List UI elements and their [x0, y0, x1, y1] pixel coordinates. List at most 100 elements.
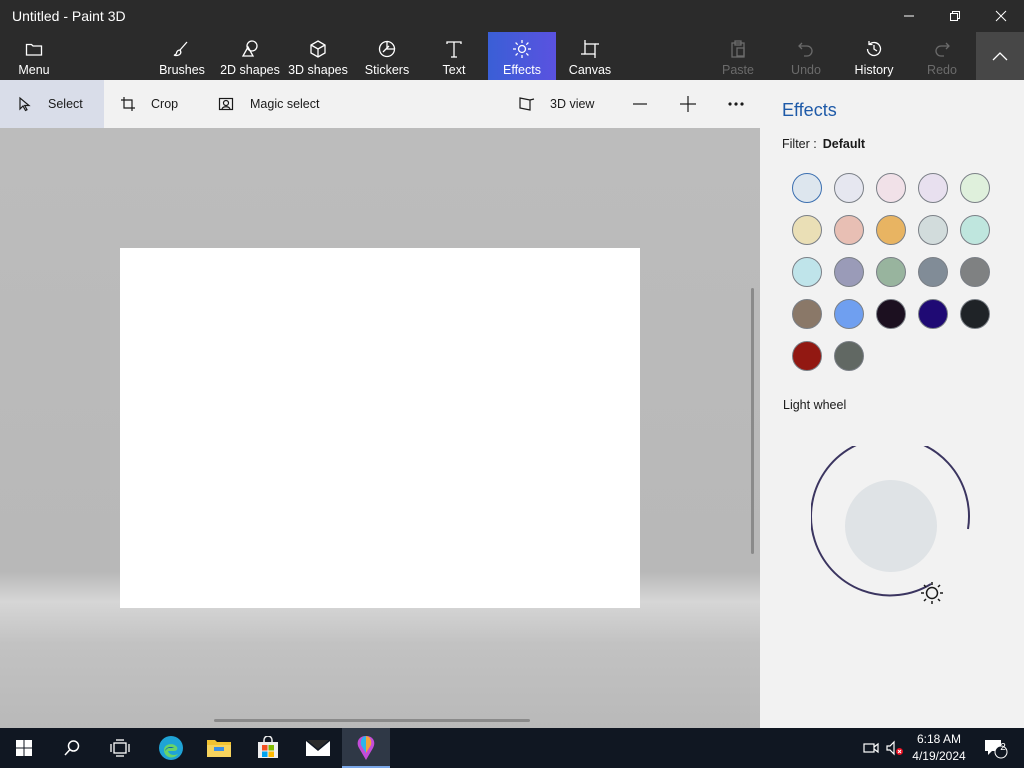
redo-icon — [935, 42, 950, 57]
taskbar-mail[interactable] — [294, 728, 342, 768]
filter-swatch[interactable] — [960, 215, 990, 245]
filter-swatch[interactable] — [792, 215, 822, 245]
redo-label: Redo — [927, 63, 957, 77]
magic-select-tool[interactable]: Magic select — [218, 80, 319, 128]
workspace[interactable] — [0, 128, 760, 728]
tool-label: 2D shapes — [220, 63, 280, 77]
taskbar-search-button[interactable] — [48, 728, 96, 768]
filter-swatch[interactable] — [960, 173, 990, 203]
crop-tool[interactable]: Crop — [120, 80, 178, 128]
volume-button[interactable] — [882, 728, 908, 768]
3d-shapes-icon — [310, 40, 326, 58]
filter-swatch[interactable] — [834, 341, 864, 371]
brush-icon — [173, 41, 188, 57]
paint3d-icon — [357, 736, 375, 760]
3d-view-icon — [519, 97, 535, 111]
filter-swatch[interactable] — [792, 299, 822, 329]
meet-now-button[interactable] — [858, 728, 884, 768]
close-icon — [995, 10, 1007, 22]
history-button[interactable]: History — [848, 32, 900, 80]
close-button[interactable] — [978, 0, 1024, 32]
filter-swatch[interactable] — [876, 257, 906, 287]
filter-value: Default — [822, 137, 866, 151]
paste-label: Paste — [722, 63, 754, 77]
light-wheel-label: Light wheel — [783, 398, 847, 412]
minus-icon — [633, 103, 647, 105]
filter-swatch[interactable] — [918, 173, 948, 203]
filter-row: Filter : Default — [782, 137, 865, 151]
filter-swatch[interactable] — [792, 173, 822, 203]
filter-swatch[interactable] — [834, 173, 864, 203]
drawing-canvas[interactable] — [120, 248, 640, 608]
undo-button[interactable]: Undo — [780, 32, 832, 80]
filter-swatch[interactable] — [960, 257, 990, 287]
minimize-button[interactable] — [886, 0, 932, 32]
plus-icon — [680, 96, 696, 112]
crop-label: Crop — [151, 97, 179, 111]
history-label: History — [854, 63, 894, 77]
chevron-up-icon — [992, 52, 1008, 61]
tool-effects[interactable]: Effects — [488, 32, 556, 80]
sun-handle-icon[interactable] — [921, 582, 943, 604]
select-tool[interactable]: Select — [0, 80, 104, 128]
tool-2d-shapes[interactable]: 2D shapes — [218, 32, 282, 80]
menu-label: Menu — [18, 63, 50, 77]
file-explorer-icon — [207, 740, 231, 757]
tool-label: Text — [442, 63, 466, 77]
more-icon — [728, 102, 744, 106]
canvas-icon — [581, 40, 599, 58]
volume-muted-icon — [886, 740, 903, 756]
3d-view-label: 3D view — [550, 97, 595, 111]
tool-canvas[interactable]: Canvas — [560, 32, 620, 80]
filter-swatch[interactable] — [792, 341, 822, 371]
stickers-icon — [378, 40, 396, 58]
clock-date: 4/19/2024 — [912, 749, 966, 763]
filter-swatch[interactable] — [876, 299, 906, 329]
filter-swatch[interactable] — [960, 299, 990, 329]
title-bar: Untitled - Paint 3D — [0, 0, 1024, 32]
paste-button[interactable]: Paste — [712, 32, 764, 80]
ribbon: Menu Brushes 2D shapes 3D shapes Sticker… — [0, 32, 1024, 80]
filter-swatch[interactable] — [918, 299, 948, 329]
system-clock[interactable]: 6:18 AM 4/19/2024 — [908, 731, 970, 765]
mail-icon — [305, 739, 331, 756]
2d-shapes-icon — [241, 40, 258, 57]
redo-button[interactable]: Redo — [916, 32, 968, 80]
filter-swatch[interactable] — [834, 257, 864, 287]
horizontal-scrollbar[interactable] — [214, 719, 530, 722]
light-wheel[interactable] — [811, 446, 971, 606]
zoom-out-button[interactable] — [630, 80, 650, 128]
history-icon — [866, 41, 882, 57]
filter-swatch[interactable] — [918, 215, 948, 245]
edge-icon — [159, 736, 183, 760]
more-options-button[interactable] — [726, 80, 746, 128]
search-icon — [64, 740, 80, 756]
effects-panel: Effects Filter : Default Light wheel — [760, 80, 1024, 728]
vertical-scrollbar[interactable] — [751, 288, 754, 554]
tool-text[interactable]: Text — [430, 32, 478, 80]
filter-swatch[interactable] — [834, 215, 864, 245]
tool-3d-shapes[interactable]: 3D shapes — [288, 32, 348, 80]
filter-swatch[interactable] — [834, 299, 864, 329]
tool-stickers[interactable]: Stickers — [360, 32, 414, 80]
3d-view-button[interactable]: 3D view — [518, 80, 594, 128]
menu-button[interactable]: Menu — [4, 32, 64, 80]
action-center-button[interactable]: 2 — [978, 728, 1012, 768]
tool-brushes[interactable]: Brushes — [154, 32, 210, 80]
collapse-ribbon-button[interactable] — [976, 32, 1024, 80]
start-button[interactable] — [0, 728, 48, 768]
tool-label: Effects — [503, 63, 541, 77]
filter-swatch[interactable] — [792, 257, 822, 287]
filter-swatch[interactable] — [918, 257, 948, 287]
zoom-in-button[interactable] — [678, 80, 698, 128]
panel-title: Effects — [782, 100, 837, 120]
notification-count-badge: 2 — [1000, 742, 1006, 753]
filter-swatch[interactable] — [876, 215, 906, 245]
filter-swatch[interactable] — [876, 173, 906, 203]
taskbar-file-explorer[interactable] — [195, 728, 243, 768]
task-view-button[interactable] — [96, 728, 144, 768]
taskbar-store[interactable] — [244, 728, 292, 768]
taskbar-edge[interactable] — [147, 728, 195, 768]
restore-button[interactable] — [932, 0, 978, 32]
taskbar-paint3d[interactable] — [342, 728, 390, 768]
